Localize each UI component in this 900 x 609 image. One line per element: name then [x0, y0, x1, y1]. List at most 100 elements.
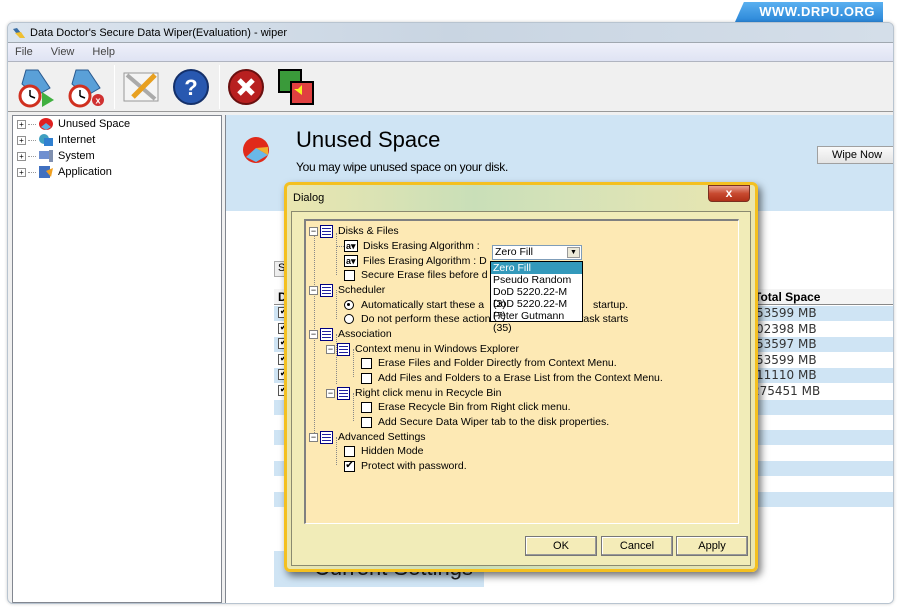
ok-button[interactable]: OK	[525, 536, 597, 556]
no-perform-radio[interactable]	[344, 314, 354, 324]
wipe-now-button[interactable]: Wipe Now	[817, 146, 893, 164]
toolbar: x ?	[8, 62, 893, 112]
add-tab-option[interactable]: Add Secure Data Wiper tab to the disk pr…	[353, 415, 609, 429]
expand-icon[interactable]: +	[17, 167, 26, 177]
total-space-cell: 53599 MB	[756, 353, 817, 367]
help-button[interactable]: ?	[169, 65, 213, 109]
switch-window-icon	[278, 68, 314, 105]
erase-recycle-checkbox[interactable]	[361, 401, 372, 413]
disks-algorithm-row: a▾ Disks Erasing Algorithm :	[336, 239, 480, 253]
protect-password-option[interactable]: ✔ Protect with password.	[336, 459, 467, 473]
group-advanced[interactable]: − Advanced Settings	[309, 430, 426, 444]
auto-start-radio[interactable]	[344, 300, 354, 310]
menu-file[interactable]: File	[12, 46, 36, 58]
internet-icon	[39, 134, 53, 146]
toolbar-separator	[219, 64, 220, 109]
tree-item-internet[interactable]: + Internet	[13, 132, 221, 148]
total-space-cell: 275451 MB	[752, 384, 821, 398]
erase-recycle-option[interactable]: Erase Recycle Bin from Right click menu.	[353, 400, 571, 414]
collapse-icon[interactable]: −	[309, 285, 318, 295]
col-total-space[interactable]: Total Space	[754, 290, 820, 304]
combo-field-icon: a▾	[344, 240, 358, 252]
total-space-cell: 11110 MB	[756, 368, 817, 382]
add-context-checkbox[interactable]	[361, 372, 372, 384]
secure-erase-option[interactable]: Secure Erase files before d	[336, 268, 488, 282]
exit-icon	[228, 68, 264, 105]
svg-text:x: x	[95, 95, 100, 105]
erase-context-checkbox[interactable]	[361, 357, 372, 369]
secure-erase-checkbox[interactable]	[344, 269, 355, 281]
add-context-option[interactable]: Add Files and Folders to a Erase List fr…	[353, 371, 663, 385]
unused-space-large-icon	[243, 137, 269, 163]
hidden-mode-option[interactable]: Hidden Mode	[336, 444, 423, 458]
dropdown-option[interactable]: Pseudo Random	[491, 274, 582, 286]
dialog-close-button[interactable]: x	[708, 185, 750, 202]
hidden-mode-checkbox[interactable]	[344, 445, 355, 457]
schedule-stop-icon: x	[68, 69, 104, 107]
collapse-icon[interactable]: −	[326, 388, 335, 398]
protect-password-checkbox[interactable]: ✔	[344, 460, 355, 472]
erase-context-option[interactable]: Erase Files and Folder Directly from Con…	[353, 356, 617, 370]
list-icon	[337, 386, 350, 400]
settings-button[interactable]	[119, 65, 163, 109]
tree-label: System	[58, 150, 95, 162]
auto-start-option[interactable]: Automatically start these a	[336, 298, 484, 312]
menu-help[interactable]: Help	[89, 46, 118, 58]
no-perform-option[interactable]: Do not perform these actions when a sche…	[336, 312, 628, 326]
group-association[interactable]: − Association	[309, 327, 392, 341]
dialog-body: − Disks & Files a▾ Disks Erasing Algorithm…	[291, 211, 751, 566]
dropdown-option[interactable]: DoD 5220.22-M (3)	[491, 286, 582, 310]
schedule-start-button[interactable]	[14, 65, 58, 109]
group-disks-files[interactable]: − Disks & Files	[309, 224, 399, 238]
menu-bar: File View Help	[8, 43, 893, 62]
exit-button[interactable]	[224, 65, 268, 109]
tree-label: Unused Space	[58, 118, 131, 130]
system-icon	[39, 150, 53, 162]
list-icon	[320, 224, 333, 238]
tree-item-application[interactable]: + Application	[13, 164, 221, 180]
total-space-cell: 53597 MB	[756, 337, 817, 351]
files-algorithm-row: a▾ Files Erasing Algorithm : D	[344, 255, 487, 267]
title-bar: Data Doctor's Secure Data Wiper(Evaluati…	[8, 23, 893, 43]
tree-label: Internet	[58, 134, 96, 146]
cancel-button[interactable]: Cancel	[601, 536, 673, 556]
total-space-cell: 53599 MB	[756, 306, 817, 320]
application-icon	[39, 166, 53, 178]
expand-icon[interactable]: +	[17, 119, 26, 129]
switch-button[interactable]	[274, 65, 318, 109]
list-icon	[337, 342, 350, 356]
list-icon	[320, 283, 333, 297]
combo-field-icon: a▾	[344, 255, 358, 267]
dropdown-option[interactable]: DoD 5220.22-M (7)	[491, 298, 582, 322]
collapse-icon[interactable]: −	[326, 344, 335, 354]
unused-space-icon	[39, 118, 53, 130]
dropdown-option[interactable]: Zero Fill	[491, 262, 582, 274]
collapse-icon[interactable]: −	[309, 329, 318, 339]
group-recycle-menu[interactable]: − Right click menu in Recycle Bin	[326, 386, 501, 400]
page-subtitle: You may wipe unused space on your disk.	[296, 160, 508, 174]
disks-algorithm-select[interactable]: Zero Fill ▼	[492, 245, 582, 260]
tree-label: Application	[58, 166, 112, 178]
dropdown-option[interactable]: Peter Gutmann (35)	[491, 310, 582, 334]
expand-icon[interactable]: +	[17, 135, 26, 145]
apply-button[interactable]: Apply	[676, 536, 748, 556]
group-context-menu[interactable]: − Context menu in Windows Explorer	[326, 342, 519, 356]
expand-icon[interactable]: +	[17, 151, 26, 161]
drpu-banner[interactable]: WWW.DRPU.ORG	[735, 2, 883, 22]
dialog-title: Dialog	[293, 192, 325, 204]
add-tab-checkbox[interactable]	[361, 416, 372, 428]
app-icon	[13, 27, 25, 38]
tree-item-unused-space[interactable]: + Unused Space	[13, 116, 221, 132]
collapse-icon[interactable]: −	[309, 432, 318, 442]
algorithm-dropdown-list: Zero Fill Pseudo Random DoD 5220.22-M (3…	[490, 261, 583, 334]
collapse-icon[interactable]: −	[309, 226, 318, 236]
schedule-start-icon	[18, 69, 54, 107]
tree-item-system[interactable]: + System	[13, 148, 221, 164]
help-icon: ?	[173, 68, 209, 105]
settings-tree: − Disks & Files a▾ Disks Erasing Algorithm…	[304, 219, 739, 524]
menu-view[interactable]: View	[48, 46, 78, 58]
chevron-down-icon[interactable]: ▼	[567, 247, 580, 258]
group-scheduler[interactable]: − Scheduler	[309, 283, 385, 297]
schedule-stop-button[interactable]: x	[64, 65, 108, 109]
category-tree: + Unused Space + Internet + System + App…	[12, 115, 222, 603]
